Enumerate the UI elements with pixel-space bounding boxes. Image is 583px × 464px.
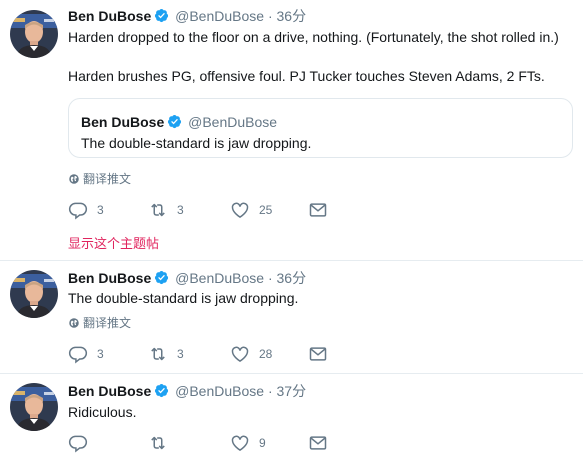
translate-tweet-link[interactable]: 翻译推文 xyxy=(68,172,131,186)
tweet-3[interactable]: Ben DuBose @BenDuBose · 37分 Ridiculous. … xyxy=(0,374,583,464)
tweet-actions: 3 3 25 xyxy=(68,200,368,220)
globe-icon xyxy=(68,173,80,185)
translate-tweet-link[interactable]: 翻译推文 xyxy=(68,316,131,330)
quoted-tweet-header: Ben DuBose @BenDuBose xyxy=(81,113,277,131)
retweet-button[interactable]: 3 xyxy=(148,344,184,364)
translate-label: 翻译推文 xyxy=(83,172,132,186)
author-name[interactable]: Ben DuBose xyxy=(68,270,151,286)
reply-count: 3 xyxy=(97,347,104,361)
like-button[interactable]: 28 xyxy=(230,344,272,364)
like-button[interactable]: 9 xyxy=(230,433,266,453)
message-button[interactable] xyxy=(308,344,328,364)
retweet-count: 3 xyxy=(177,203,184,217)
reply-button[interactable]: 3 xyxy=(68,344,104,364)
tweet-1[interactable]: Ben DuBose @BenDuBose · 36分 Harden dropp… xyxy=(0,0,583,260)
heart-icon xyxy=(230,433,250,453)
like-count: 9 xyxy=(259,436,266,450)
tweet-time[interactable]: 36分 xyxy=(277,8,307,24)
reply-count: 3 xyxy=(97,203,104,217)
reply-icon xyxy=(68,200,88,220)
tweet-time[interactable]: 36分 xyxy=(277,270,307,286)
verified-badge-icon xyxy=(167,114,182,129)
tweet-actions: 3 3 28 xyxy=(68,344,368,364)
tweet-2[interactable]: Ben DuBose @BenDuBose · 36分 The double-s… xyxy=(0,261,583,373)
avatar[interactable] xyxy=(10,10,58,58)
quoted-tweet-text: The double-standard is jaw dropping. xyxy=(81,135,312,151)
heart-icon xyxy=(230,344,250,364)
tweet-text: Ridiculous. xyxy=(68,404,137,420)
reply-icon xyxy=(68,433,88,453)
tweet-time[interactable]: 37分 xyxy=(277,383,307,399)
quoted-author-name: Ben DuBose xyxy=(81,114,165,130)
like-count: 25 xyxy=(259,203,273,217)
tweet-header: Ben DuBose @BenDuBose · 36分 xyxy=(68,270,307,286)
envelope-icon xyxy=(308,433,328,453)
avatar[interactable] xyxy=(10,270,58,318)
retweet-count: 3 xyxy=(177,347,184,361)
retweet-icon xyxy=(148,433,168,453)
author-handle[interactable]: @BenDuBose xyxy=(175,270,264,286)
envelope-icon xyxy=(308,344,328,364)
tweet-actions: 9 xyxy=(68,433,368,453)
reply-button[interactable]: 3 xyxy=(68,200,104,220)
reply-button[interactable] xyxy=(68,433,97,453)
verified-badge-icon xyxy=(154,270,169,285)
tweet-header: Ben DuBose @BenDuBose · 37分 xyxy=(68,383,307,399)
reply-icon xyxy=(68,344,88,364)
retweet-icon xyxy=(148,200,168,220)
tweet-header: Ben DuBose @BenDuBose · 36分 xyxy=(68,8,307,24)
tweet-text: The double-standard is jaw dropping. xyxy=(68,290,299,306)
quoted-tweet[interactable]: Ben DuBose @BenDuBose The double-standar… xyxy=(68,98,573,158)
heart-icon xyxy=(230,200,250,220)
envelope-icon xyxy=(308,200,328,220)
quoted-author-handle: @BenDuBose xyxy=(188,114,278,130)
author-name[interactable]: Ben DuBose xyxy=(68,8,151,24)
globe-icon xyxy=(68,317,80,329)
retweet-button[interactable]: 3 xyxy=(148,200,184,220)
tweet-text-line-2: Harden brushes PG, offensive foul. PJ Tu… xyxy=(68,68,545,84)
retweet-icon xyxy=(148,344,168,364)
author-handle[interactable]: @BenDuBose xyxy=(175,8,264,24)
translate-label: 翻译推文 xyxy=(83,316,132,330)
tweet-text-line-1: Harden dropped to the floor on a drive, … xyxy=(68,29,559,45)
message-button[interactable] xyxy=(308,433,328,453)
like-button[interactable]: 25 xyxy=(230,200,272,220)
author-handle[interactable]: @BenDuBose xyxy=(175,383,264,399)
message-button[interactable] xyxy=(308,200,328,220)
verified-badge-icon xyxy=(154,383,169,398)
like-count: 28 xyxy=(259,347,273,361)
author-name[interactable]: Ben DuBose xyxy=(68,383,151,399)
retweet-button[interactable] xyxy=(148,433,177,453)
avatar[interactable] xyxy=(10,383,58,431)
show-thread-link[interactable]: 显示这个主题帖 xyxy=(68,233,159,252)
verified-badge-icon xyxy=(154,8,169,23)
